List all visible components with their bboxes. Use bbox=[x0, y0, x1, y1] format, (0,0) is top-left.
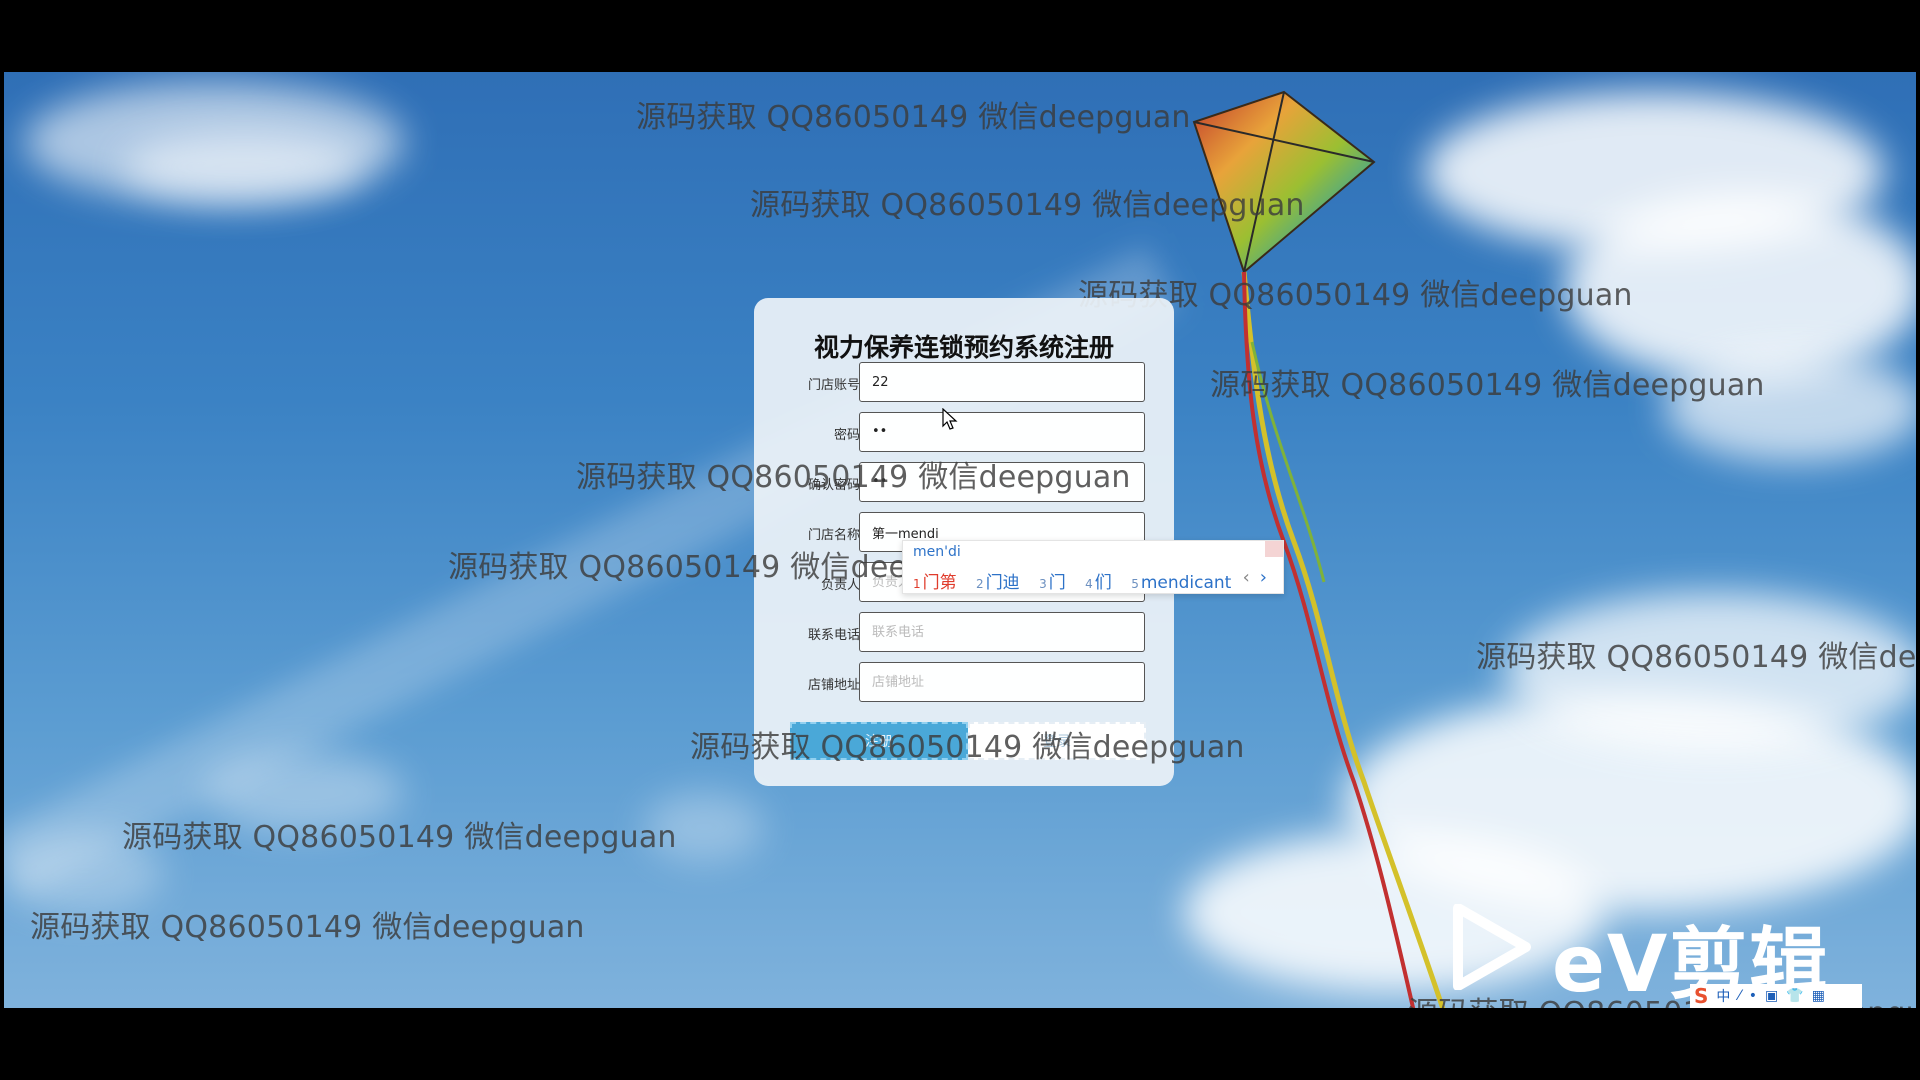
ime-candidate[interactable]: 1 门第 bbox=[913, 568, 957, 593]
field-row-phone: 联系电话 bbox=[754, 612, 1174, 652]
keyboard-icon[interactable]: ▣ bbox=[1765, 988, 1778, 1004]
ime-candidate[interactable]: 5 mendicant bbox=[1131, 573, 1231, 593]
watermark-text: 源码获取 QQ86050149 微信deepguan bbox=[690, 730, 1245, 765]
ime-candidate[interactable]: 3门 bbox=[1039, 568, 1066, 593]
chevron-right-icon[interactable]: › bbox=[1260, 567, 1267, 588]
ime-candidate[interactable]: 4们 bbox=[1085, 568, 1112, 593]
phone-input[interactable] bbox=[859, 612, 1145, 652]
address-input[interactable] bbox=[859, 662, 1145, 702]
play-logo-icon bbox=[1453, 904, 1531, 990]
ime-candidate-popup: men'di 1 门第 2 门迪 3门 4们 5 mendicant ‹ › bbox=[902, 540, 1284, 594]
watermark-text: 源码获取 QQ86050149 微信deepguan bbox=[122, 820, 677, 855]
watermark-text: 源码获取 QQ86050149 微信deepguan bbox=[636, 100, 1191, 135]
watermark-text: 源码获取 QQ86050149 微信deepguan bbox=[576, 460, 1131, 495]
account-input[interactable] bbox=[859, 362, 1145, 402]
field-label-phone: 联系电话 bbox=[807, 628, 860, 643]
toolbox-icon[interactable]: ▦ bbox=[1812, 988, 1825, 1004]
punctuation-icon[interactable]: ⁄ bbox=[1738, 988, 1740, 1004]
letterbox-top bbox=[0, 0, 1920, 72]
watermark-text: 源码获取 QQ86050149 微信deepguan bbox=[30, 910, 585, 945]
voice-icon[interactable]: • bbox=[1749, 988, 1757, 1004]
letterbox-bottom bbox=[0, 1008, 1920, 1080]
mouse-cursor-icon bbox=[942, 408, 958, 430]
field-row-password: 密码 •• bbox=[754, 412, 1174, 452]
field-label-account: 门店账号 bbox=[807, 378, 860, 393]
field-label-password: 密码 bbox=[833, 428, 860, 443]
ime-pinyin: men'di bbox=[913, 544, 961, 560]
ime-pager: ‹ › bbox=[1233, 567, 1267, 588]
sogou-icon[interactable]: S bbox=[1694, 984, 1708, 1008]
watermark-text: 源码获取 QQ86050149 微信deepguan bbox=[750, 188, 1305, 223]
ime-candidate-list: 1 门第 2 门迪 3门 4们 5 mendicant bbox=[913, 568, 1245, 593]
field-label-address: 店铺地址 bbox=[807, 678, 860, 693]
language-toggle[interactable]: 中 bbox=[1716, 986, 1730, 1006]
ime-tray: S 中 ⁄ • ▣ 👕 ▦ bbox=[1690, 984, 1862, 1008]
watermark-text: 源码获取 QQ86050149 微信deepguan bbox=[1210, 368, 1765, 403]
watermark-text: 源码获取 QQ86050149 微信deepguan bbox=[1476, 640, 1916, 675]
password-input[interactable]: •• bbox=[859, 412, 1145, 452]
field-row-account: 门店账号 bbox=[754, 362, 1174, 402]
page-title: 视力保养连锁预约系统注册 bbox=[813, 333, 1114, 362]
field-row-address: 店铺地址 bbox=[754, 662, 1174, 702]
ime-flag-icon bbox=[1265, 541, 1283, 557]
ime-candidate[interactable]: 2 门迪 bbox=[976, 568, 1020, 593]
field-label-store-name: 门店名称 bbox=[807, 528, 860, 543]
chevron-left-icon[interactable]: ‹ bbox=[1243, 567, 1250, 588]
skin-icon[interactable]: 👕 bbox=[1786, 988, 1803, 1004]
